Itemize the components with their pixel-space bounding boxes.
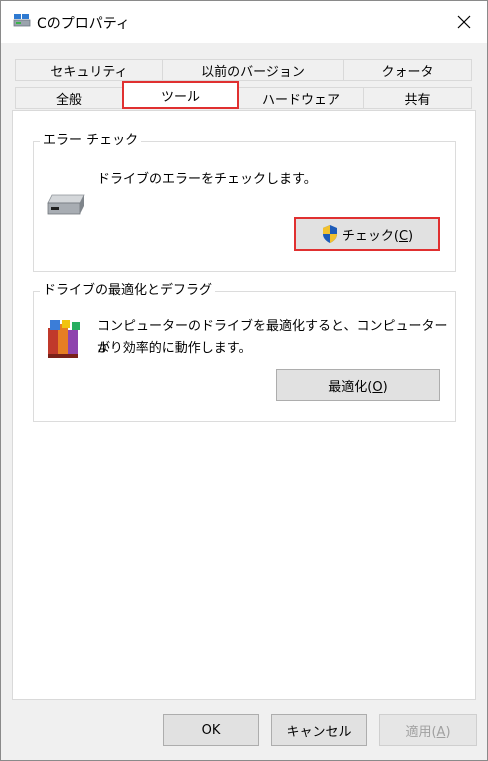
close-button[interactable] (441, 1, 487, 43)
error-check-group: エラー チェック ドライブのエラーをチェックします。 チェック(C) (33, 133, 456, 272)
tab-tools[interactable]: ツール (122, 81, 239, 109)
optimize-title: ドライブの最適化とデフラグ (40, 283, 216, 299)
apply-button[interactable]: 適用(A) (379, 714, 477, 746)
optimize-button[interactable]: 最適化(O) (276, 369, 440, 401)
title-bar: Cのプロパティ (1, 1, 487, 43)
cancel-button-label: キャンセル (286, 724, 352, 740)
ok-button[interactable]: OK (163, 714, 259, 746)
tab-label: ツール (160, 89, 200, 105)
tab-label: クォータ (381, 64, 434, 80)
tab-label: 全般 (55, 92, 82, 108)
tab-security[interactable]: セキュリティ (15, 59, 163, 81)
ok-button-label: OK (201, 722, 221, 738)
optimize-description-line2: より効率的に動作します。 (97, 341, 252, 356)
tab-hardware[interactable]: ハードウェア (238, 87, 364, 109)
tab-previous-versions[interactable]: 以前のバージョン (162, 59, 344, 81)
close-icon (457, 15, 471, 29)
optimize-button-label: 最適化(O) (328, 379, 388, 395)
tab-label: 共有 (404, 92, 431, 108)
check-button[interactable]: チェック(C) (294, 217, 440, 251)
tab-quota[interactable]: クォータ (343, 59, 472, 81)
defrag-icon (46, 318, 84, 362)
cancel-button[interactable]: キャンセル (271, 714, 367, 746)
apply-button-label: 適用(A) (405, 724, 451, 740)
window-title: Cのプロパティ (37, 16, 130, 32)
tab-general[interactable]: 全般 (15, 87, 123, 109)
tab-label: ハードウェア (261, 92, 340, 108)
properties-dialog: Cのプロパティ セキュリティ 以前のバージョン クォータ 全般 ハードウェア 共… (0, 0, 488, 761)
tab-label: セキュリティ (50, 64, 128, 80)
error-check-description: ドライブのエラーをチェックします。 (97, 172, 317, 187)
drive-icon (13, 13, 31, 29)
hard-drive-icon (46, 192, 86, 218)
error-check-title: エラー チェック (40, 133, 142, 149)
tab-sharing[interactable]: 共有 (363, 87, 472, 109)
uac-shield-icon (321, 224, 339, 244)
tab-label: 以前のバージョン (201, 64, 305, 80)
optimize-group: ドライブの最適化とデフラグ コンピューターのドライブを最適化すると、コンピュータ… (33, 283, 456, 422)
check-button-label: チェック(C) (341, 228, 414, 244)
tools-panel: エラー チェック ドライブのエラーをチェックします。 チェック(C) ドライブの… (12, 110, 476, 700)
